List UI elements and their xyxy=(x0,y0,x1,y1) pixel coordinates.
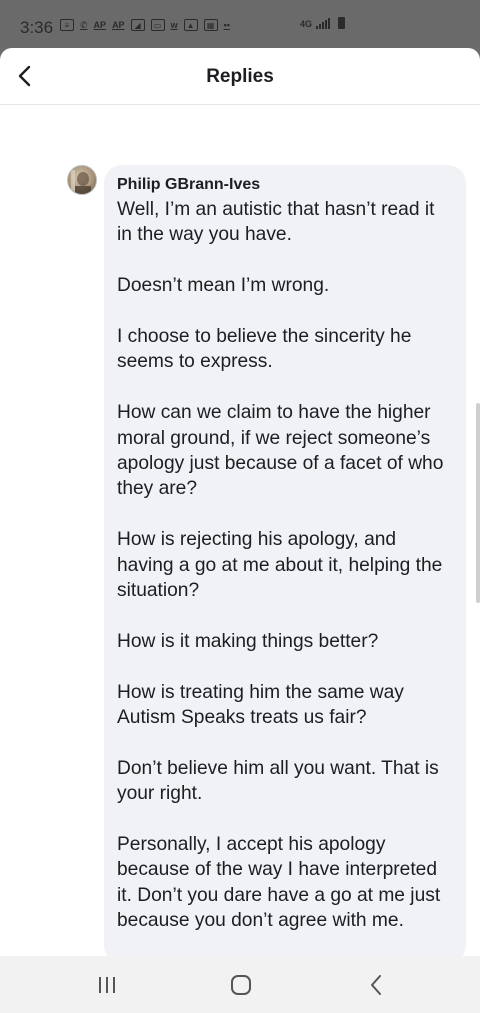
w-app-icon: w xyxy=(170,20,178,30)
network-label: 4G xyxy=(300,19,313,29)
comment-paragraph: How is rejecting his apology, and having… xyxy=(117,529,443,602)
comment-paragraph: I choose to believe the sincerity he see… xyxy=(117,326,412,373)
tv-icon: ▭ xyxy=(150,19,165,31)
comment-body: Well, I’m an autistic that hasn’t read i… xyxy=(117,197,454,934)
scrollbar[interactable] xyxy=(476,403,480,603)
comment-paragraph: Well, I’m an autistic that hasn’t read i… xyxy=(117,199,435,246)
home-button[interactable] xyxy=(226,972,256,998)
status-time: 3:36 xyxy=(20,18,54,37)
missed-call-icon: ✆ xyxy=(80,20,88,30)
status-right: 4G xyxy=(300,17,346,29)
comment-paragraph: Doesn’t mean I’m wrong. xyxy=(117,275,330,297)
gallery-icon: ◢ xyxy=(130,19,145,31)
recents-button[interactable] xyxy=(92,972,122,998)
comment-paragraph: How is it making things better? xyxy=(117,630,379,652)
more-dots-icon: •• xyxy=(223,20,230,30)
message-icon: ≡ xyxy=(60,19,74,31)
header: Replies xyxy=(0,48,480,105)
reply-thread[interactable]: Philip GBrann-Ives Well, I’m an autistic… xyxy=(0,105,480,956)
ap-news-icon: AP xyxy=(93,20,107,30)
system-back-button[interactable] xyxy=(362,972,392,998)
calendar-icon: ▦ xyxy=(203,19,218,31)
comment-bubble[interactable]: Philip GBrann-Ives Well, I’m an autistic… xyxy=(104,165,466,956)
comment-paragraph: Don’t believe him all you want. That is … xyxy=(117,757,439,805)
comment-paragraph: Personally, I accept his apology because… xyxy=(117,834,441,932)
recents-icon xyxy=(99,977,115,993)
comment-paragraph: How can we claim to have the higher mora… xyxy=(117,402,444,500)
comment-paragraph: How is treating him the same way Autism … xyxy=(117,681,404,729)
avatar[interactable] xyxy=(67,165,97,195)
replies-panel: Replies Philip GBrann-Ives Well, I’m an … xyxy=(0,48,480,956)
comment-author[interactable]: Philip GBrann-Ives xyxy=(117,175,454,195)
image-icon: ▲ xyxy=(183,19,198,31)
page-title: Replies xyxy=(206,66,274,87)
back-arrow-icon xyxy=(371,975,381,995)
status-bar: 3:36 ≡ ✆ AP AP ◢ ▭ w ▲ ▦ •• 4G xyxy=(0,0,480,48)
notification-icons: ≡ ✆ AP AP ◢ ▭ w ▲ ▦ •• xyxy=(60,19,230,31)
home-icon xyxy=(231,975,251,995)
ap-news-icon: AP xyxy=(112,20,125,30)
system-nav-bar xyxy=(0,956,480,1013)
battery-icon xyxy=(338,17,346,29)
signal-icon xyxy=(316,17,331,29)
